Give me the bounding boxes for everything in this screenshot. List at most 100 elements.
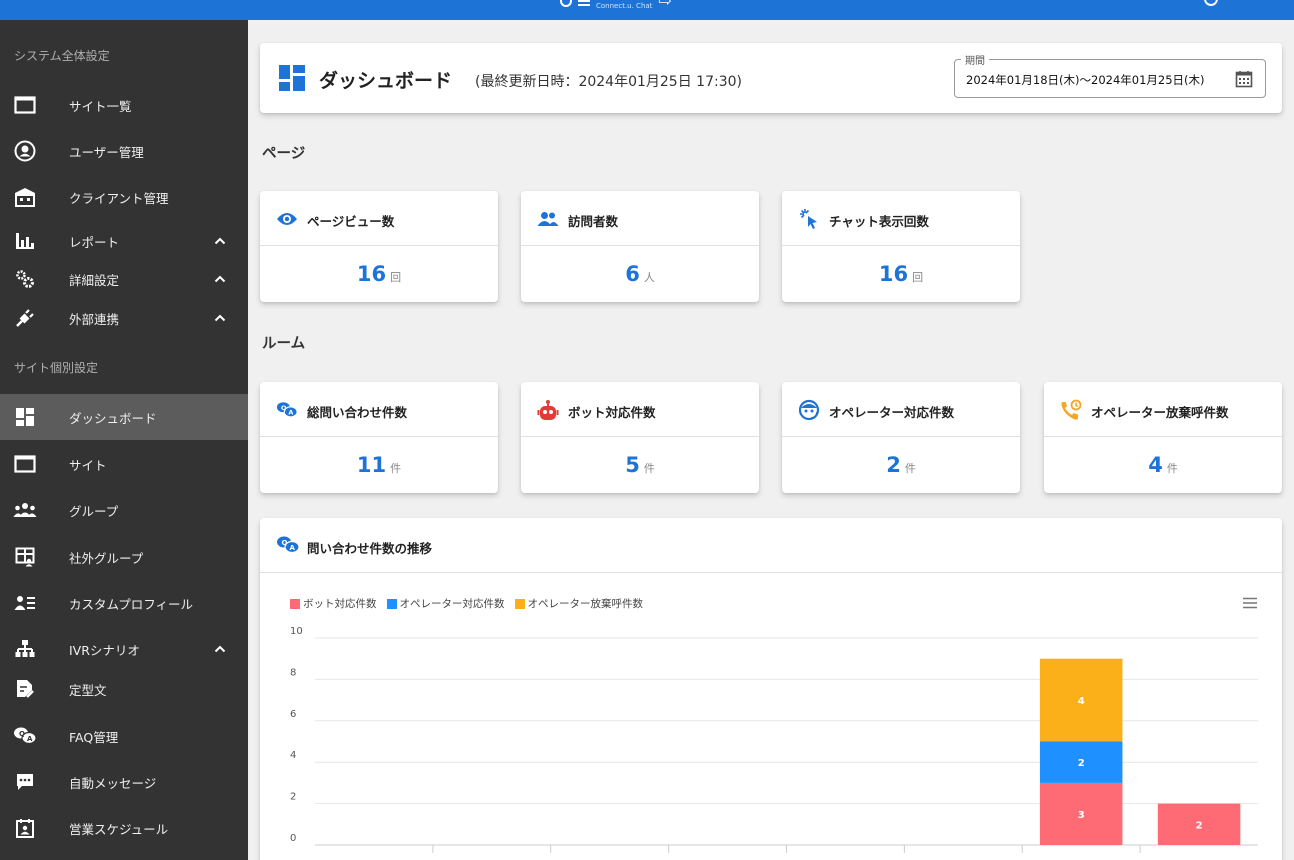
sidebar-item-integrations[interactable]: 外部連携 (0, 295, 248, 341)
dashboard-icon (279, 65, 305, 91)
period-value: 2024年01月18日(木)〜2024年01月25日(木) (966, 73, 1205, 87)
sidebar-item-business-schedule[interactable]: 営業スケジュール (0, 805, 248, 851)
sidebar-item-label: IVRシナリオ (69, 642, 140, 658)
svg-text:Q: Q (19, 730, 25, 738)
people-icon (537, 208, 559, 230)
sidebar-item-label: 営業スケジュール (69, 821, 169, 837)
stat-unit: 回 (912, 270, 924, 284)
calendar-icon[interactable] (1235, 70, 1253, 88)
sidebar-item-site-list[interactable]: サイト一覧 (0, 82, 248, 128)
robot-icon (537, 399, 559, 421)
sitemap-icon (13, 637, 37, 661)
sidebar-item-dashboard[interactable]: ダッシュボード (0, 394, 248, 440)
bar-chart-icon (13, 229, 37, 253)
sidebar-item-label: 外部連携 (69, 311, 120, 327)
sidebar-item-users[interactable]: ユーザー管理 (0, 128, 248, 174)
stat-label: ページビュー数 (307, 214, 395, 229)
stat-value: 4 (1148, 453, 1163, 477)
stat-unit: 回 (390, 270, 402, 284)
sidebar-item-label: 自動メッセージ (69, 775, 157, 791)
faq-icon: QA (13, 724, 37, 748)
y-tick-label: 8 (290, 667, 296, 678)
y-tick-label: 10 (290, 626, 303, 637)
stat-card-operator-abandoned: オペレーター放棄呼件数 4件 (1044, 382, 1282, 493)
logo-tag: Connect.u. Chat (596, 2, 653, 10)
stat-value: 2 (886, 453, 901, 477)
y-tick-label: 0 (290, 833, 296, 844)
building-icon (13, 185, 37, 209)
sidebar-item-templates[interactable]: 定型文 (0, 666, 248, 712)
main-content: ダッシュボード (最終更新日時：2024年01月25日 17:30) 期間 20… (248, 20, 1294, 860)
sidebar-item-clients[interactable]: クライアント管理 (0, 174, 248, 220)
cursor-click-icon (798, 208, 820, 230)
sidebar-item-label: ユーザー管理 (69, 144, 144, 160)
sidebar-item-external-groups[interactable]: 社外グループ (0, 534, 248, 580)
stat-unit: 件 (904, 461, 916, 475)
section-page-title: ページ (262, 146, 306, 162)
inquiry-trend-card: QA 問い合わせ件数の推移 ボット対応件数 オペレーター対応件数 オペレーター放… (260, 518, 1282, 860)
stat-card-bot-handled: ボット対応件数 5件 (521, 382, 759, 493)
sidebar-item-auto-messages[interactable]: 自動メッセージ (0, 759, 248, 805)
stat-unit: 件 (643, 461, 655, 475)
chevron-up-icon[interactable] (212, 233, 228, 249)
sidebar-item-label: グループ (69, 503, 119, 519)
logo-arrow-icon: ⇨ (658, 0, 672, 10)
document-edit-icon (13, 677, 37, 701)
sidebar: システム全体設定 サイト一覧 ユーザー管理 クライアント管理 レポート 詳細設定… (0, 20, 248, 860)
stat-value: 16 (356, 262, 387, 286)
stat-label: 総問い合わせ件数 (307, 405, 408, 420)
profile-list-icon (13, 591, 37, 615)
stat-card-page-views: ページビュー数 16 回 (260, 191, 498, 302)
sidebar-item-site[interactable]: サイト (0, 441, 248, 487)
stat-value: 5 (625, 453, 640, 477)
svg-text:Q: Q (281, 404, 287, 412)
logo-bars-icon (578, 0, 590, 2)
sidebar-section-site: サイト個別設定 (14, 361, 99, 375)
logo-circle-icon (560, 0, 572, 7)
y-tick-label: 6 (290, 709, 296, 720)
window-icon (13, 452, 37, 476)
sidebar-item-label: 詳細設定 (69, 272, 120, 288)
sidebar-section-global: システム全体設定 (14, 49, 110, 63)
sidebar-item-label: ダッシュボード (69, 410, 157, 426)
sidebar-item-label: サイト (69, 457, 107, 473)
chat-bubbles-icon: QA (276, 399, 298, 421)
operator-icon (798, 399, 820, 421)
stat-unit: 人 (643, 270, 655, 284)
user-circle-icon (13, 139, 37, 163)
dashboard-icon (13, 405, 37, 429)
stat-card-total-inquiries: QA 総問い合わせ件数 11 件 (260, 382, 498, 493)
sidebar-item-custom-profile[interactable]: カスタムプロフィール (0, 580, 248, 626)
chevron-up-icon[interactable] (212, 271, 228, 287)
sidebar-item-faq[interactable]: QA FAQ管理 (0, 713, 248, 759)
stat-unit: 件 (1166, 461, 1178, 475)
missed-call-icon (1060, 399, 1082, 421)
chevron-up-icon[interactable] (212, 641, 228, 657)
top-bar: Connect.u. Chat ⇨ (0, 0, 1294, 20)
svg-text:A: A (27, 735, 33, 743)
group-icon (13, 498, 37, 522)
sidebar-item-label: カスタムプロフィール (69, 596, 194, 612)
stat-card-operator-handled: オペレーター対応件数 2件 (782, 382, 1020, 493)
window-icon (13, 93, 37, 117)
sidebar-item-label: レポート (69, 234, 120, 250)
y-tick-label: 4 (290, 750, 296, 761)
period-label: 期間 (961, 52, 989, 67)
bar-data-label: 3 (1078, 810, 1085, 821)
gears-icon (13, 267, 37, 291)
bar-data-label: 2 (1196, 820, 1203, 831)
sidebar-item-groups[interactable]: グループ (0, 487, 248, 533)
account-icon[interactable] (1204, 0, 1218, 6)
svg-text:A: A (288, 409, 293, 417)
sidebar-item-label: FAQ管理 (69, 729, 119, 745)
message-icon (13, 770, 37, 794)
chevron-up-icon[interactable] (212, 310, 228, 326)
app-logo[interactable]: Connect.u. Chat ⇨ (560, 0, 672, 10)
stat-label: オペレーター対応件数 (829, 405, 955, 420)
section-room-title: ルーム (262, 336, 306, 352)
calendar-person-icon (13, 816, 37, 840)
period-field[interactable]: 期間 2024年01月18日(木)〜2024年01月25日(木) (954, 52, 1266, 98)
page-title: ダッシュボード (319, 70, 453, 92)
sidebar-item-label: サイト一覧 (69, 98, 132, 114)
stat-card-chat-impressions: チャット表示回数 16 回 (782, 191, 1020, 302)
